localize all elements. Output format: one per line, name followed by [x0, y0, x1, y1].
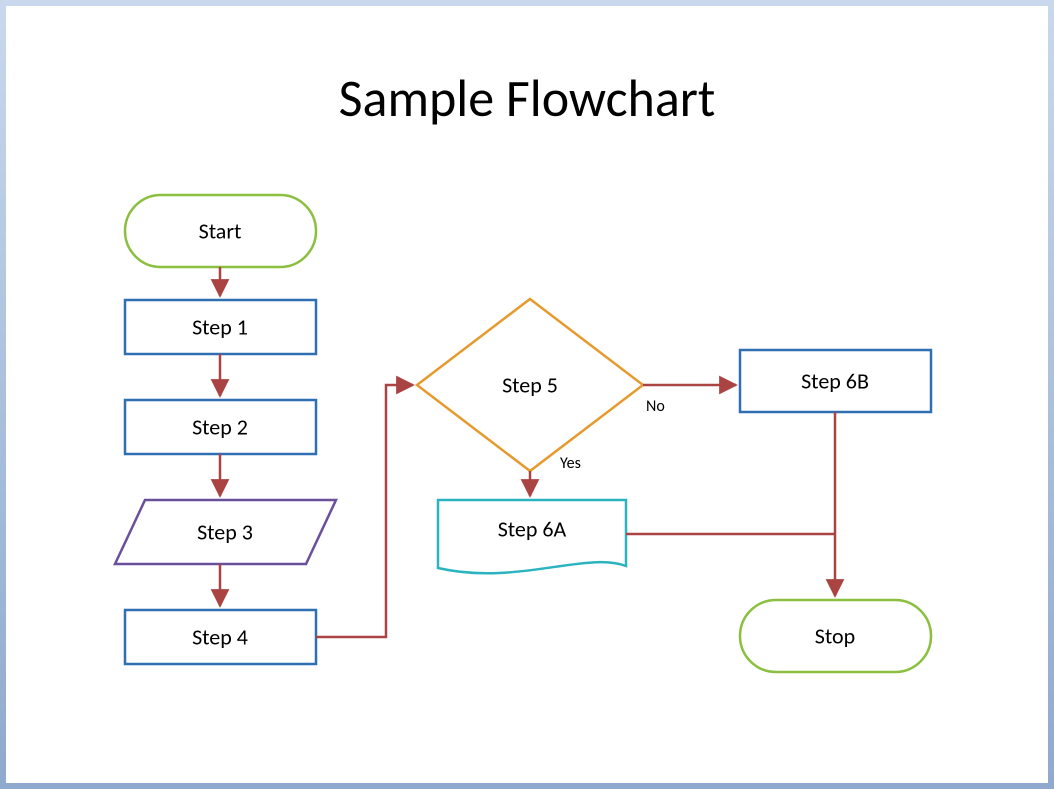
node-stop-label: Stop: [815, 622, 855, 649]
node-step2-label: Step 2: [192, 413, 248, 440]
node-step3-label: Step 3: [197, 518, 253, 545]
edge-label-no: No: [646, 397, 665, 416]
node-step6a: Step 6A: [438, 500, 626, 573]
node-step5: Step 5: [417, 299, 643, 471]
node-step1: Step 1: [125, 300, 316, 354]
node-step4: Step 4: [125, 610, 316, 664]
flowchart-canvas: Start Step 1 Step 2 Step 3 Step 4 Step 5: [6, 6, 1048, 783]
node-step1-label: Step 1: [192, 313, 248, 340]
node-step4-label: Step 4: [192, 623, 248, 650]
node-step3: Step 3: [115, 500, 336, 564]
edge-label-yes: Yes: [560, 454, 581, 473]
slide-frame: Sample Flowchart Start Step 1 Step 2 Ste…: [0, 0, 1054, 789]
node-step2: Step 2: [125, 400, 316, 454]
node-step6b: Step 6B: [740, 350, 931, 412]
node-step5-label: Step 5: [502, 371, 558, 398]
node-step6b-label: Step 6B: [801, 367, 869, 394]
node-start: Start: [125, 195, 316, 267]
node-stop: Stop: [740, 600, 931, 672]
node-step6a-label: Step 6A: [498, 515, 567, 542]
node-start-label: Start: [199, 217, 242, 244]
